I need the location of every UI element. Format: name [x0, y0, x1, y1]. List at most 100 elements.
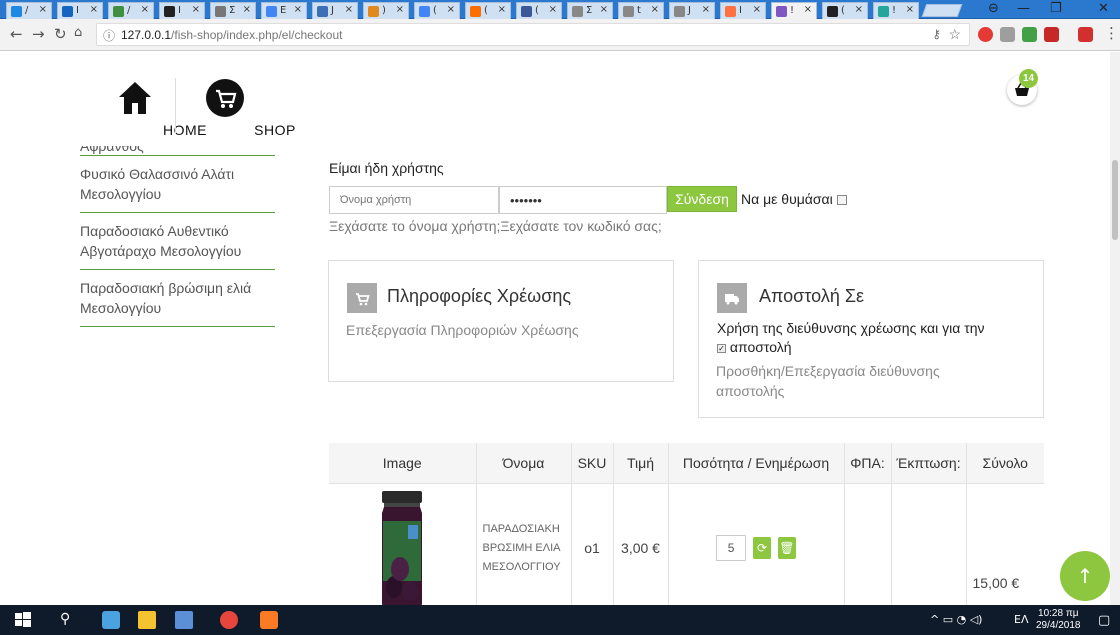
tab-close-icon[interactable]: ×	[243, 4, 251, 15]
opera-extension-icon[interactable]	[978, 27, 993, 42]
extension-icon[interactable]	[1000, 27, 1015, 42]
tab-close-icon[interactable]: ×	[855, 4, 863, 15]
tab-title: I	[76, 5, 79, 16]
tab-close-icon[interactable]: ×	[702, 4, 710, 15]
bookmark-star-icon[interactable]: ☆	[948, 26, 961, 43]
browser-tab[interactable]: Σ ×	[210, 2, 256, 19]
app-icon[interactable]	[175, 611, 193, 629]
extension-icon[interactable]	[1044, 27, 1059, 42]
browser-tab[interactable]: ) ×	[363, 2, 409, 19]
tab-title: E	[280, 5, 287, 16]
browser-tab[interactable]: E ×	[261, 2, 307, 19]
home-browser-icon[interactable]: ⌂	[74, 25, 82, 40]
tab-close-icon[interactable]: ×	[90, 4, 98, 15]
scroll-to-top-button[interactable]: ↑	[1060, 551, 1110, 601]
reload-icon[interactable]: ↻	[54, 25, 67, 43]
minimize-button[interactable]: —	[1017, 1, 1030, 16]
menu-icon[interactable]: ⋮	[1104, 24, 1119, 42]
browser-tab[interactable]: ! ×	[771, 2, 817, 19]
key-icon[interactable]: ⚷	[932, 27, 941, 41]
close-window-button[interactable]: ✕	[1098, 1, 1109, 16]
clock[interactable]: 10:28 πμ 29/4/2018	[1036, 608, 1081, 632]
browser-tab[interactable]: / ×	[6, 2, 52, 19]
tab-close-icon[interactable]: ×	[141, 4, 149, 15]
browser-tab[interactable]: (×	[465, 2, 511, 19]
forgot-username-link[interactable]: Ξεχάσατε το όνομα χρήστη;	[329, 218, 500, 234]
tab-close-icon[interactable]: ×	[294, 4, 302, 15]
tab-close-icon[interactable]: ×	[600, 4, 608, 15]
password-input[interactable]	[499, 186, 667, 214]
tab-close-icon[interactable]: ×	[396, 4, 404, 15]
tab-close-icon[interactable]: ×	[753, 4, 761, 15]
profile-icon[interactable]: ⊖	[988, 1, 999, 16]
browser-tab[interactable]: Σ ×	[567, 2, 613, 19]
browser-tab[interactable]: / ×	[108, 2, 154, 19]
site-info-icon[interactable]: ⓘ	[103, 27, 115, 44]
browser-tab[interactable]: I ×	[57, 2, 103, 19]
forward-icon[interactable]: →	[32, 25, 45, 43]
edit-billing-link[interactable]: Επεξεργασία Πληροφοριών Χρέωσης	[346, 320, 579, 340]
remember-checkbox[interactable]	[836, 195, 847, 206]
sidebar-item[interactable]: Αφρανθός	[80, 146, 275, 156]
tab-close-icon[interactable]: ×	[192, 4, 200, 15]
file-explorer-icon[interactable]	[138, 611, 156, 629]
language-indicator[interactable]: ΕΛ	[1014, 613, 1028, 626]
sidebar-item[interactable]: Φυσικό Θαλασσινό Αλάτι Μεσολογγίου	[80, 156, 275, 213]
col-name: Όνομα	[476, 443, 572, 484]
search-icon[interactable]: ⚲	[60, 611, 70, 627]
tab-close-icon[interactable]: ×	[651, 4, 659, 15]
new-tab-button[interactable]	[921, 4, 963, 17]
forgot-password-link[interactable]: Ξεχάσατε τον κωδικό σας;	[500, 218, 661, 234]
username-input[interactable]	[329, 186, 499, 214]
extension-icon[interactable]	[1022, 27, 1037, 42]
notifications-icon[interactable]: ▢	[1098, 613, 1110, 628]
sidebar-item[interactable]: Παραδοσιακή βρώσιμη ελιά Μεσολογγίου	[80, 270, 275, 327]
quantity-cell: 5 ⟳ 🗑	[668, 483, 845, 605]
tab-close-icon[interactable]: ×	[804, 4, 812, 15]
edit-shipping-link[interactable]: Προσθήκη/Επεξεργασία διεύθυνσης αποστολή…	[716, 361, 940, 401]
tab-close-icon[interactable]: ×	[906, 4, 914, 15]
same-address-option[interactable]: Χρήση της διεύθυνσης χρέωσης και για την…	[717, 319, 1037, 357]
tab-title: I	[739, 5, 742, 16]
remember-me[interactable]: Να με θυμάσαι	[741, 191, 847, 207]
back-icon[interactable]: ←	[10, 25, 23, 43]
tab-close-icon[interactable]: ×	[39, 4, 47, 15]
app-icon[interactable]	[102, 611, 120, 629]
tray-icons[interactable]: ^ ▭ ◔ ◁)	[930, 613, 982, 626]
same-address-checkbox[interactable]: ✓	[717, 343, 726, 353]
olive-jar-image[interactable]	[372, 491, 432, 605]
page-scrollbar[interactable]	[1110, 52, 1120, 605]
nav-home[interactable]: HOME	[100, 78, 207, 138]
tab-close-icon[interactable]: ×	[447, 4, 455, 15]
tab-close-icon[interactable]: ×	[345, 4, 353, 15]
address-bar[interactable]: ⓘ 127.0.0.1/fish-shop/index.php/el/check…	[96, 23, 970, 46]
browser-tab[interactable]: I ×	[159, 2, 205, 19]
tab-close-icon[interactable]: ×	[549, 4, 557, 15]
refresh-icon[interactable]: ⟳	[753, 537, 771, 560]
nav-shop[interactable]: SHOP	[190, 78, 295, 138]
product-name-cell[interactable]: ΠΑΡΑΔΟΣΙΑΚΗ ΒΡΩΣΙΜΗ ΕΛΙΑ ΜΕΣΟΛΟΓΓΙΟΥ	[476, 483, 572, 605]
login-button[interactable]: Σύνδεση	[667, 186, 737, 212]
discount-cell	[891, 483, 967, 605]
xampp-icon[interactable]	[260, 611, 278, 629]
browser-tab[interactable]: ! ×	[873, 2, 919, 19]
browser-tab[interactable]: I ×	[720, 2, 766, 19]
trash-icon[interactable]: 🗑	[777, 537, 796, 560]
sidebar-item[interactable]: Παραδοσιακό Αυθεντικό Αβγοτάραχο Μεσολογ…	[80, 213, 275, 270]
browser-tab[interactable]: t ×	[618, 2, 664, 19]
scrollbar-thumb[interactable]	[1112, 160, 1118, 240]
cart-circle-icon	[206, 79, 244, 117]
tab-favicon-icon	[164, 6, 175, 17]
extension-icon[interactable]	[1078, 27, 1093, 42]
quantity-input[interactable]: 5	[716, 535, 747, 562]
chrome-icon[interactable]	[220, 611, 238, 629]
browser-tab[interactable]: (×	[822, 2, 868, 19]
total-cell: 15,00 €	[972, 575, 1020, 591]
tab-close-icon[interactable]: ×	[498, 4, 506, 15]
browser-tab[interactable]: (×	[414, 2, 460, 19]
windows-start-icon[interactable]	[14, 611, 32, 629]
browser-tab[interactable]: J ×	[312, 2, 358, 19]
browser-tab[interactable]: (×	[516, 2, 562, 19]
restore-button[interactable]: ❐	[1050, 1, 1062, 16]
browser-tab[interactable]: J ×	[669, 2, 715, 19]
